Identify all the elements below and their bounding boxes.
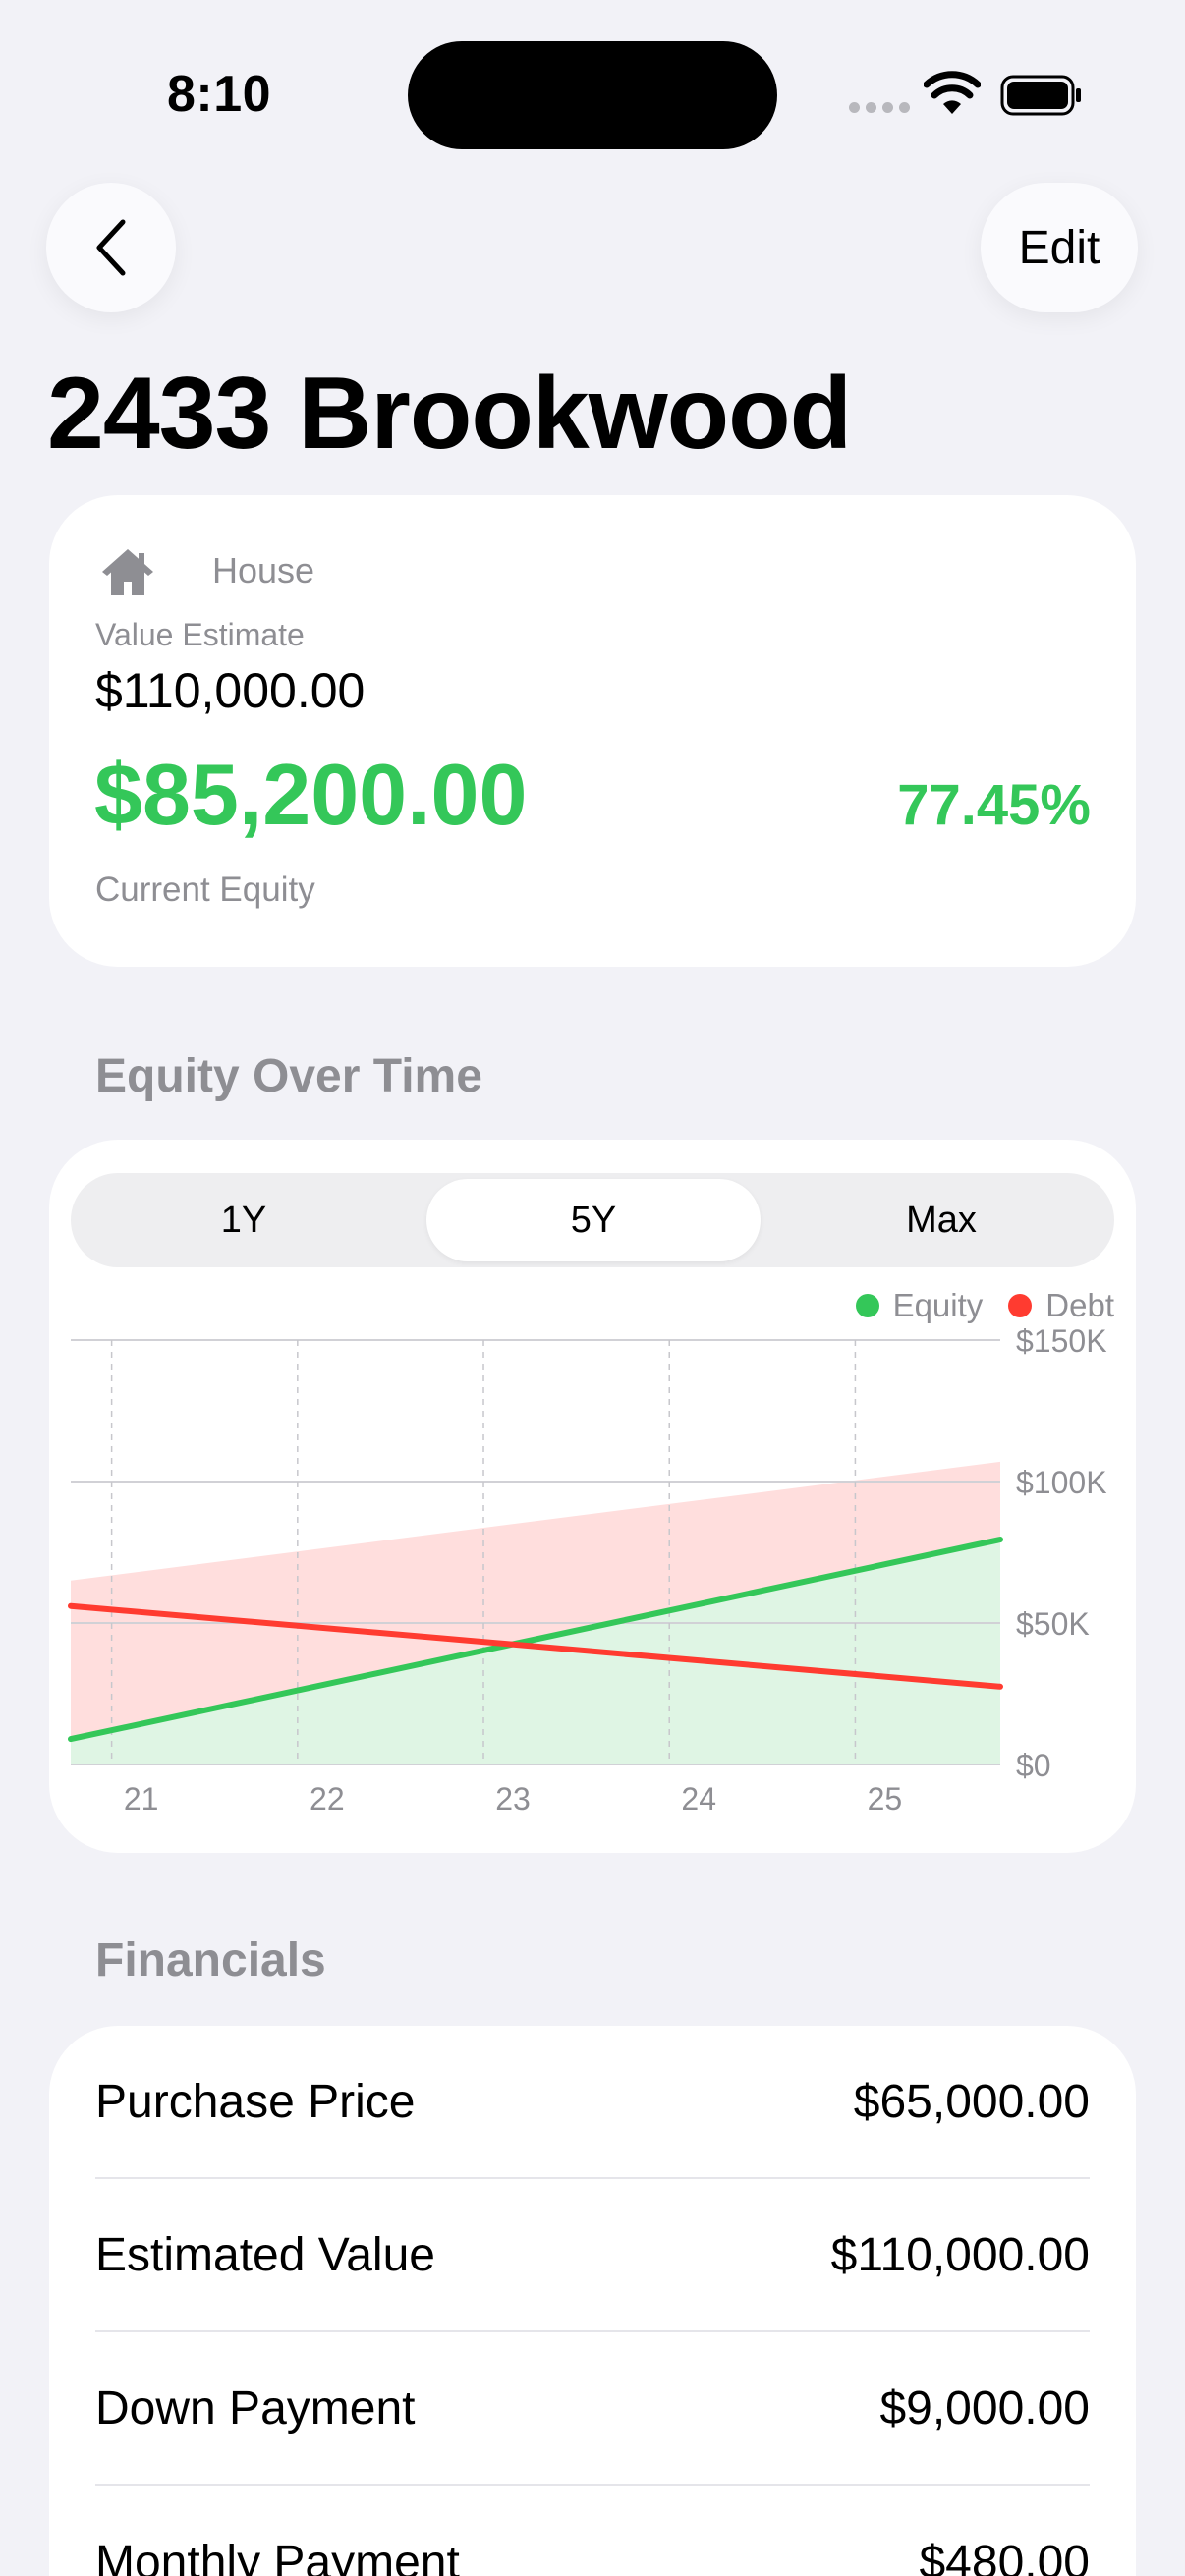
financials-title: Financials	[95, 1934, 326, 1987]
house-icon	[102, 549, 153, 595]
y-tick-label: $50K	[1016, 1606, 1090, 1642]
equity-over-time-title: Equity Over Time	[95, 1050, 482, 1102]
status-time: 8:10	[167, 66, 272, 123]
financial-row-monthly-payment: Monthly Payment $480.00	[95, 2486, 1090, 2576]
financial-value: $9,000.00	[879, 2381, 1090, 2435]
financial-value: $480.00	[919, 2536, 1090, 2576]
y-tick-label: $100K	[1016, 1465, 1107, 1500]
property-type-label: House	[212, 550, 315, 590]
edit-button[interactable]: Edit	[981, 183, 1138, 312]
financial-row-purchase-price: Purchase Price $65,000.00	[95, 2026, 1090, 2179]
x-tick-label: 25	[868, 1781, 903, 1817]
x-tick-label: 24	[681, 1781, 716, 1817]
wifi-icon	[924, 71, 981, 114]
value-estimate-amount: $110,000.00	[95, 663, 366, 718]
current-equity-amount: $85,200.00	[94, 746, 528, 843]
equity-chart-card: 1Y 5Y Max Equity Debt $0 $50K $100K $150K 21…	[49, 1140, 1136, 1853]
page-title: 2433 Brookwood	[47, 357, 852, 471]
financial-label: Purchase Price	[95, 2075, 416, 2128]
financial-label: Monthly Payment	[95, 2536, 460, 2576]
dynamic-island	[408, 41, 777, 149]
x-tick-label: 21	[124, 1781, 159, 1817]
chevron-left-icon	[96, 219, 126, 276]
x-tick-label: 23	[495, 1781, 531, 1817]
financials-card: Purchase Price $65,000.00 Estimated Valu…	[49, 2026, 1136, 2576]
cellular-signal-icon	[849, 102, 910, 113]
property-summary-card: House Value Estimate $110,000.00 $85,200…	[49, 495, 1136, 967]
value-estimate-label: Value Estimate	[95, 617, 305, 652]
battery-icon	[1000, 75, 1081, 116]
financial-row-estimated-value: Estimated Value $110,000.00	[95, 2179, 1090, 2332]
financial-label: Estimated Value	[95, 2228, 435, 2281]
y-tick-label: $0	[1016, 1748, 1051, 1783]
financial-label: Down Payment	[95, 2381, 416, 2435]
financial-value: $65,000.00	[853, 2075, 1090, 2128]
y-tick-label: $150K	[1016, 1323, 1107, 1359]
equity-percentage: 77.45%	[897, 773, 1091, 837]
financial-row-down-payment: Down Payment $9,000.00	[95, 2332, 1090, 2486]
current-equity-label: Current Equity	[95, 870, 315, 909]
back-button[interactable]	[46, 183, 176, 312]
equity-chart: $0 $50K $100K $150K 21 22 23 24 25	[68, 1323, 1107, 1817]
x-tick-label: 22	[310, 1781, 345, 1817]
financial-value: $110,000.00	[830, 2228, 1090, 2281]
